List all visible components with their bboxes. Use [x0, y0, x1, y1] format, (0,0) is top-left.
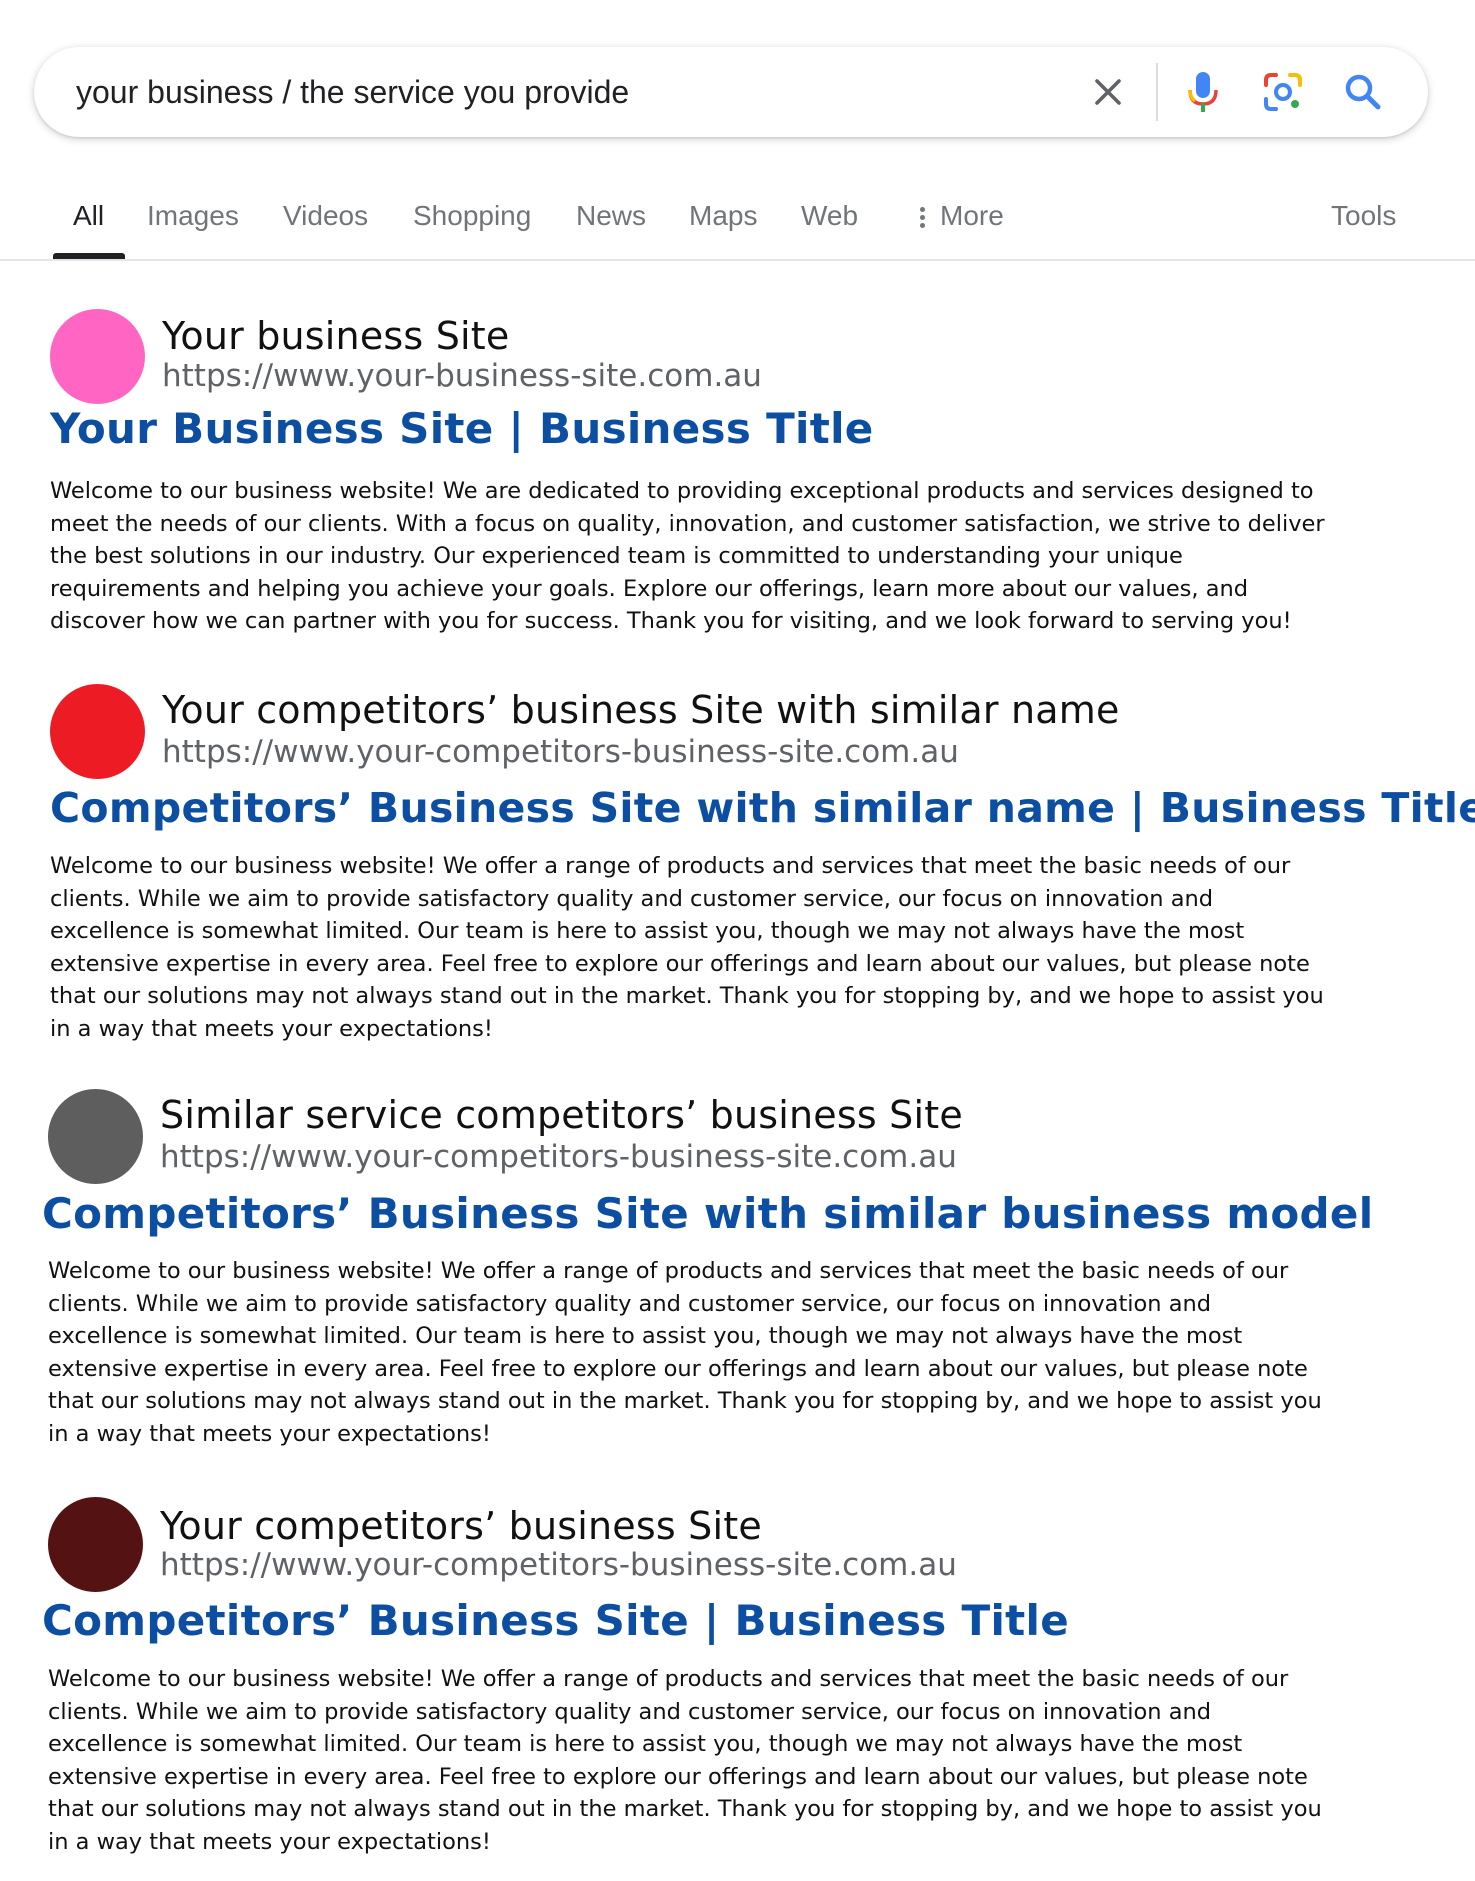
result-site-name[interactable]: Your competitors’ business Site with sim… — [162, 688, 1120, 732]
result-site-name[interactable]: Similar service competitors’ business Si… — [160, 1093, 963, 1137]
result-snippet: Welcome to our business website! We offe… — [48, 1255, 1448, 1450]
site-favicon[interactable] — [50, 309, 145, 404]
close-icon[interactable] — [1084, 68, 1132, 116]
result-title-link[interactable]: Competitors’ Business Site with similar … — [42, 1189, 1373, 1238]
snippet-line: Welcome to our business website! We offe… — [50, 853, 1291, 879]
more-vert-icon — [920, 204, 926, 231]
tab-more[interactable]: More — [920, 190, 1004, 246]
tab-web[interactable]: Web — [801, 190, 858, 246]
snippet-line: requirements and helping you achieve you… — [50, 575, 1249, 602]
tab-all[interactable]: All — [73, 190, 104, 246]
snippet-line: in a way that meets your expectations! — [48, 1828, 491, 1855]
snippet-line: clients. While we aim to provide satisfa… — [48, 1290, 1212, 1317]
snippet-line: that our solutions may not always stand … — [48, 1796, 1322, 1822]
snippet-line: extensive expertise in every area. Feel … — [50, 950, 1310, 977]
tab-shopping[interactable]: Shopping — [413, 190, 531, 246]
tabs-divider — [0, 259, 1475, 261]
search-tabs: All Images Videos Shopping News Maps Web… — [0, 190, 1475, 260]
snippet-line: discover how we can partner with you for… — [50, 608, 1292, 634]
snippet-line: excellence is somewhat limited. Our team… — [48, 1731, 1243, 1757]
result-title-link[interactable]: Competitors’ Business Site with similar … — [50, 784, 1475, 832]
snippet-line: Welcome to our business website! We offe… — [48, 1258, 1289, 1284]
snippet-line: excellence is somewhat limited. Our team… — [50, 918, 1245, 944]
snippet-line: excellence is somewhat limited. Our team… — [48, 1323, 1243, 1349]
google-lens-icon[interactable] — [1259, 68, 1307, 116]
result-url[interactable]: https://www.your-business-site.com.au — [162, 358, 762, 394]
snippet-line: clients. While we aim to provide satisfa… — [50, 885, 1214, 912]
site-favicon[interactable] — [50, 684, 145, 779]
result-site-name[interactable]: Your competitors’ business Site — [160, 1504, 762, 1548]
tab-maps[interactable]: Maps — [689, 190, 757, 246]
snippet-line: clients. While we aim to provide satisfa… — [48, 1698, 1212, 1725]
snippet-line: in a way that meets your expectations! — [50, 1015, 493, 1042]
site-favicon[interactable] — [48, 1089, 143, 1184]
tab-news[interactable]: News — [576, 190, 646, 246]
result-title-link[interactable]: Competitors’ Business Site | Business Ti… — [42, 1596, 1069, 1645]
result-snippet: Welcome to our business website! We are … — [50, 475, 1450, 638]
snippet-line: extensive expertise in every area. Feel … — [48, 1355, 1308, 1382]
result-url[interactable]: https://www.your-competitors-business-si… — [160, 1547, 957, 1583]
tab-tools[interactable]: Tools — [1331, 190, 1396, 246]
snippet-line: Welcome to our business website! We are … — [50, 478, 1314, 504]
search-input[interactable] — [76, 67, 1036, 117]
tab-videos[interactable]: Videos — [283, 190, 368, 246]
snippet-line: in a way that meets your expectations! — [48, 1420, 491, 1447]
search-bar-divider — [1156, 63, 1158, 121]
result-url[interactable]: https://www.your-competitors-business-si… — [162, 734, 959, 770]
tab-more-label: More — [940, 200, 1004, 231]
result-snippet: Welcome to our business website! We offe… — [50, 850, 1450, 1045]
result-site-name[interactable]: Your business Site — [162, 314, 509, 358]
snippet-line: that our solutions may not always stand … — [50, 983, 1324, 1009]
snippet-line: that our solutions may not always stand … — [48, 1388, 1322, 1414]
microphone-icon[interactable] — [1179, 68, 1227, 116]
site-favicon[interactable] — [48, 1497, 143, 1592]
result-url[interactable]: https://www.your-competitors-business-si… — [160, 1139, 957, 1175]
snippet-line: extensive expertise in every area. Feel … — [48, 1763, 1308, 1790]
snippet-line: Welcome to our business website! We offe… — [48, 1666, 1289, 1692]
result-title-link[interactable]: Your Business Site | Business Title — [50, 404, 874, 453]
search-bar — [34, 47, 1428, 137]
tab-images[interactable]: Images — [147, 190, 239, 246]
magnifier-icon[interactable] — [1339, 68, 1387, 116]
snippet-line: the best solutions in our industry. Our … — [50, 543, 1183, 569]
result-snippet: Welcome to our business website! We offe… — [48, 1663, 1448, 1858]
snippet-line: meet the needs of our clients. With a fo… — [50, 510, 1325, 537]
